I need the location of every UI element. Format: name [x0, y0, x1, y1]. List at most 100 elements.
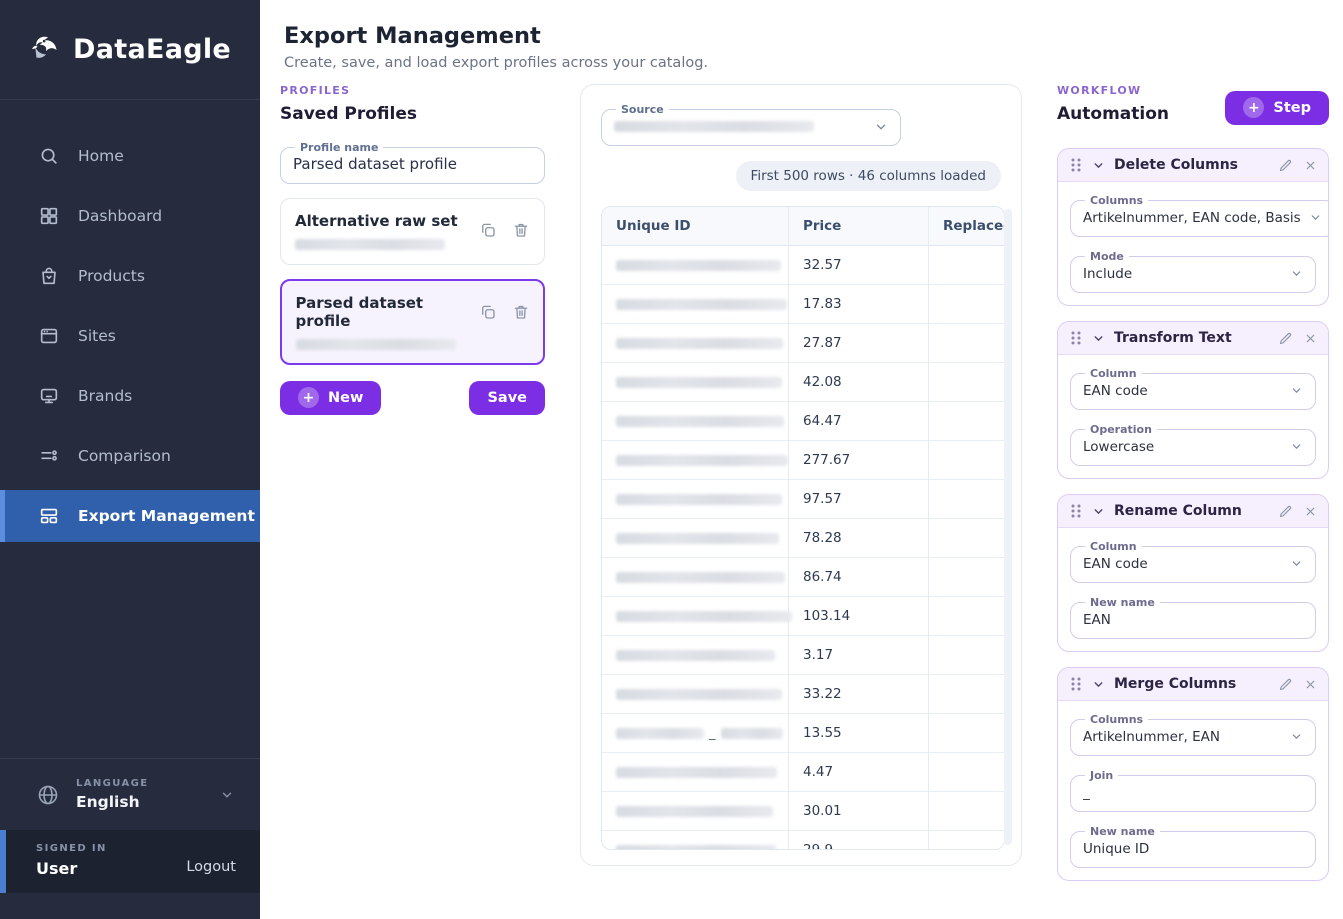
redacted-id-value	[616, 611, 792, 622]
field-label: New name	[1085, 596, 1160, 609]
chevron-down-icon	[1290, 730, 1303, 743]
column-select[interactable]: Column EAN code	[1070, 540, 1316, 583]
field-label: Mode	[1085, 250, 1129, 263]
replaced-cell	[928, 402, 1005, 441]
replaced-cell	[928, 714, 1005, 753]
sidebar-item-comparison[interactable]: Comparison	[0, 430, 260, 482]
source-select[interactable]: Source	[601, 103, 901, 146]
replaced-cell	[928, 324, 1005, 363]
join-input[interactable]: Join _	[1070, 769, 1316, 812]
profile-card-title: Parsed dataset profile	[296, 294, 479, 330]
delete-profile-button[interactable]	[512, 303, 530, 321]
edit-step-button[interactable]	[1278, 158, 1293, 173]
step-title: Merge Columns	[1114, 676, 1269, 692]
drag-handle-icon[interactable]	[1069, 157, 1083, 173]
drag-handle-icon[interactable]	[1069, 330, 1083, 346]
chevron-down-icon	[220, 788, 234, 802]
remove-step-button[interactable]	[1304, 332, 1317, 345]
table-scrollbar[interactable]	[1004, 209, 1012, 845]
price-cell: 97.57	[788, 480, 928, 519]
step-title: Rename Column	[1114, 503, 1269, 519]
profile-name-input[interactable]	[293, 154, 532, 175]
redacted-id-value	[616, 494, 782, 505]
drag-handle-icon[interactable]	[1069, 676, 1083, 692]
workflow-step-merge-columns: Merge Columns Columns Artikelnummer, EAN	[1057, 667, 1329, 881]
replaced-cell	[928, 792, 1005, 831]
profiles-panel: PROFILES Saved Profiles Profile name Alt…	[280, 84, 545, 415]
sidebar-item-sites[interactable]: Sites	[0, 310, 260, 362]
sidebar-item-home[interactable]: Home	[0, 130, 260, 182]
sidebar: DataEagle Home Dashboard Products Sites …	[0, 0, 260, 919]
workflow-eyebrow: WORKFLOW	[1057, 84, 1169, 97]
workflow-step-rename-column: Rename Column Column EAN code	[1057, 494, 1329, 652]
collapse-step-chevron-icon[interactable]	[1092, 332, 1105, 345]
sidebar-item-products[interactable]: Products	[0, 250, 260, 302]
collapse-step-chevron-icon[interactable]	[1092, 159, 1105, 172]
field-label: Column	[1085, 367, 1142, 380]
mode-select[interactable]: Mode Include	[1070, 250, 1316, 293]
new-profile-button[interactable]: + New	[280, 381, 381, 415]
column-select[interactable]: Column EAN code	[1070, 367, 1316, 410]
edit-step-button[interactable]	[1278, 677, 1293, 692]
redacted-source-value	[614, 121, 814, 132]
price-cell: 277.67	[788, 441, 928, 480]
profile-card-parsed-dataset-profile[interactable]: Parsed dataset profile	[280, 279, 545, 365]
replaced-cell	[928, 636, 1005, 675]
column-header-price: Price	[788, 207, 928, 246]
edit-step-button[interactable]	[1278, 504, 1293, 519]
visible-id-fragment: _	[709, 726, 716, 741]
delete-profile-button[interactable]	[512, 221, 530, 239]
sidebar-item-brands[interactable]: Brands	[0, 370, 260, 422]
collapse-step-chevron-icon[interactable]	[1092, 678, 1105, 691]
workflow-step-list: Delete Columns Columns Artikelnummer, EA…	[1057, 148, 1329, 881]
close-icon	[1304, 505, 1317, 518]
price-cell: 30.01	[788, 792, 928, 831]
column-header-replaced: Replaced I	[928, 207, 1005, 246]
main-area: Export Management Create, save, and load…	[260, 0, 1343, 919]
operation-select[interactable]: Operation Lowercase	[1070, 423, 1316, 466]
duplicate-profile-button[interactable]	[479, 221, 497, 239]
table-row: 86.74	[602, 558, 1005, 597]
sidebar-item-export-management[interactable]: Export Management	[0, 490, 260, 542]
language-value: English	[76, 793, 148, 811]
columns-select[interactable]: Columns Artikelnummer, EAN	[1070, 713, 1316, 756]
redacted-id-value	[616, 377, 782, 388]
close-icon	[1304, 332, 1317, 345]
collapse-step-chevron-icon[interactable]	[1092, 505, 1105, 518]
table-row: 4.47	[602, 753, 1005, 792]
field-value: Include	[1083, 266, 1132, 282]
language-selector[interactable]: LANGUAGE English	[0, 758, 260, 830]
field-value: Artikelnummer, EAN code, Basis	[1083, 210, 1301, 226]
table-row: 64.47	[602, 402, 1005, 441]
table-row: 33.22	[602, 675, 1005, 714]
page-subtitle: Create, save, and load export profiles a…	[284, 55, 1343, 71]
drag-handle-icon[interactable]	[1069, 503, 1083, 519]
profile-card-alternative-raw-set[interactable]: Alternative raw set	[280, 198, 545, 265]
remove-step-button[interactable]	[1304, 678, 1317, 691]
columns-select[interactable]: Columns Artikelnummer, EAN code, Basis	[1070, 194, 1329, 237]
close-icon	[1304, 678, 1317, 691]
duplicate-profile-button[interactable]	[479, 303, 497, 321]
sidebar-item-dashboard[interactable]: Dashboard	[0, 190, 260, 242]
edit-step-button[interactable]	[1278, 331, 1293, 346]
field-label: Join	[1085, 769, 1118, 782]
new-name-input[interactable]: New name EAN	[1070, 596, 1316, 639]
price-cell: 86.74	[788, 558, 928, 597]
column-header-unique-id: Unique ID	[602, 207, 788, 246]
field-value: _	[1083, 785, 1090, 801]
remove-step-button[interactable]	[1304, 159, 1317, 172]
save-profile-button[interactable]: Save	[469, 381, 545, 415]
table-row: 17.83	[602, 285, 1005, 324]
table-row: 32.57	[602, 246, 1005, 285]
price-cell: 64.47	[788, 402, 928, 441]
comparison-icon	[38, 445, 60, 467]
field-label: Columns	[1085, 194, 1148, 207]
signed-in-label: SIGNED IN	[36, 843, 107, 854]
table-row: 3.17	[602, 636, 1005, 675]
remove-step-button[interactable]	[1304, 505, 1317, 518]
logout-button[interactable]: Logout	[186, 859, 236, 878]
replaced-cell	[928, 831, 1005, 850]
browser-window-icon	[38, 325, 60, 347]
new-name-input[interactable]: New name Unique ID	[1070, 825, 1316, 868]
add-step-button[interactable]: + Step	[1225, 91, 1329, 125]
